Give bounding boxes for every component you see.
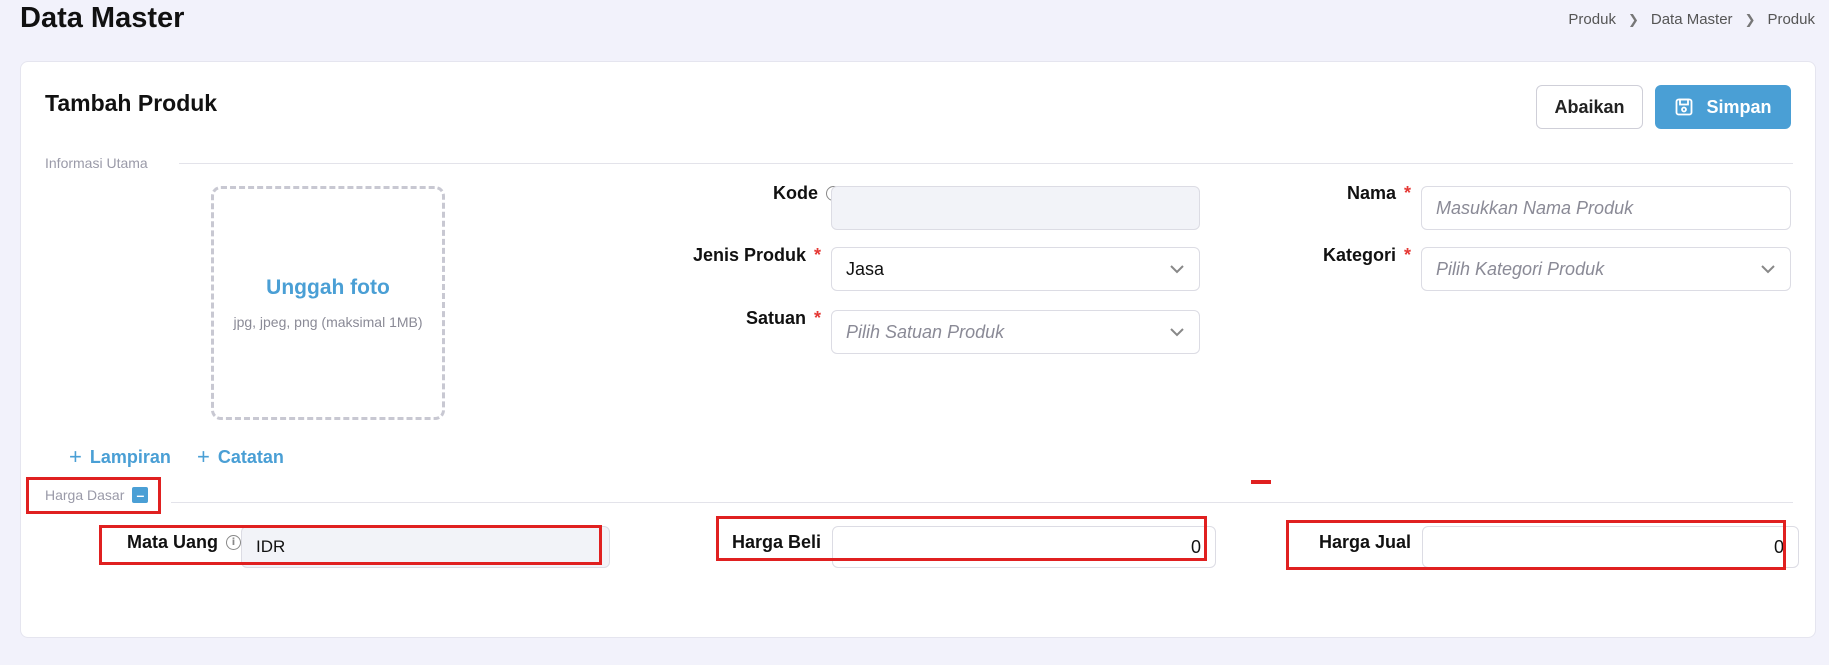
mata-uang-label-text: Mata Uang [126,531,218,552]
harga-jual-label: Harga Jual [1211,528,1411,556]
satuan-placeholder: Pilih Satuan Produk [846,321,1005,342]
cancel-button-label: Abaikan [1554,96,1625,117]
mata-uang-label: Mata Uang i [91,528,241,556]
breadcrumb-item[interactable]: Produk [1568,11,1616,28]
section-divider [179,163,1793,164]
breadcrumb-item-current: Produk [1767,11,1815,28]
nama-label: Nama * [1231,179,1411,207]
highlight-mark [1251,480,1271,484]
kategori-placeholder: Pilih Kategori Produk [1436,258,1605,279]
chevron-down-icon [1761,265,1775,274]
chevron-right-icon: ❯ [1627,11,1639,27]
jenis-produk-select[interactable]: Jasa [831,247,1200,291]
satuan-label-text: Satuan [745,307,806,328]
jenis-produk-value: Jasa [846,258,885,279]
section-main-label: Informasi Utama [45,155,148,171]
harga-beli-label-text: Harga Beli [731,531,821,552]
harga-jual-value: 0 [1773,536,1784,557]
collapse-icon[interactable]: – [132,487,149,503]
kode-field[interactable] [831,186,1200,230]
section-main-text: Informasi Utama [45,155,148,171]
mata-uang-field[interactable]: IDR [241,526,610,568]
satuan-label: Satuan * [581,304,821,332]
nama-input[interactable]: Masukkan Nama Produk [1421,186,1791,230]
jenis-produk-label: Jenis Produk * [581,241,821,269]
product-form-card: Tambah Produk Abaikan Simpan Informasi U… [20,61,1816,638]
required-mark: * [1403,244,1411,265]
add-lampiran-link[interactable]: + Lampiran [69,444,171,470]
required-mark: * [813,244,821,265]
harga-beli-label: Harga Beli [621,528,821,556]
section-divider [171,502,1793,503]
breadcrumb: Produk ❯ Data Master ❯ Produk [1568,11,1815,28]
required-mark: * [813,307,821,328]
cancel-button[interactable]: Abaikan [1536,85,1643,129]
upload-title: Unggah foto [266,276,390,299]
form-title: Tambah Produk [45,90,218,116]
kode-label-text: Kode [773,182,818,203]
harga-beli-value: 0 [1190,536,1201,557]
plus-icon: + [197,444,210,469]
chevron-down-icon [1170,265,1184,274]
breadcrumb-item[interactable]: Data Master [1651,11,1733,28]
nama-placeholder: Masukkan Nama Produk [1436,197,1634,218]
catatan-label: Catatan [217,446,284,467]
chevron-right-icon: ❯ [1744,11,1756,27]
upload-hint: jpg, jpeg, png (maksimal 1MB) [233,314,423,330]
section-price-text: Harga Dasar [45,487,125,503]
save-button-label: Simpan [1706,96,1772,117]
plus-icon: + [69,444,82,469]
lampiran-label: Lampiran [89,446,171,467]
save-button[interactable]: Simpan [1655,85,1791,129]
page-title: Data Master [20,2,185,34]
mata-uang-value: IDR [256,537,286,556]
required-mark: * [1403,182,1411,203]
kategori-label: Kategori * [1231,241,1411,269]
harga-jual-input[interactable]: 0 [1422,526,1799,568]
satuan-select[interactable]: Pilih Satuan Produk [831,310,1200,354]
harga-jual-label-text: Harga Jual [1318,531,1411,552]
harga-beli-input[interactable]: 0 [832,526,1216,568]
kategori-label-text: Kategori [1322,244,1396,265]
nama-label-text: Nama [1346,182,1396,203]
photo-upload-area[interactable]: Unggah foto jpg, jpeg, png (maksimal 1MB… [211,186,445,420]
add-catatan-link[interactable]: + Catatan [197,444,284,470]
chevron-down-icon [1170,328,1184,337]
kategori-select[interactable]: Pilih Kategori Produk [1421,247,1791,291]
kode-label: Kode i [621,179,841,207]
info-icon[interactable]: i [226,534,241,550]
save-icon [1676,98,1693,116]
section-price-label: Harga Dasar – [45,487,149,503]
jenis-produk-label-text: Jenis Produk [692,244,806,265]
